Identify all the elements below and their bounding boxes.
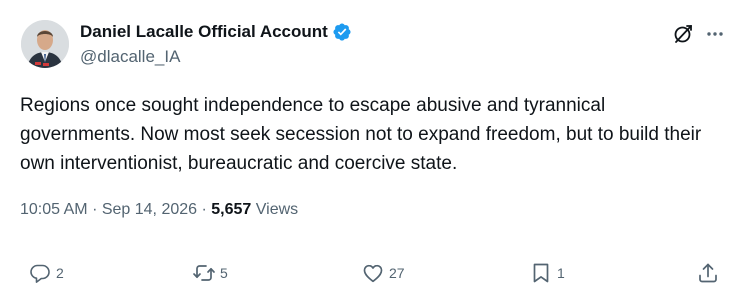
more-options-button[interactable]	[703, 22, 727, 46]
share-icon	[699, 263, 717, 283]
bookmark-button[interactable]: 1	[529, 258, 565, 288]
repost-icon	[193, 265, 215, 281]
tweet-date[interactable]: Sep 14, 2026	[102, 201, 197, 218]
meta-separator: ·	[92, 201, 98, 218]
bookmark-icon	[533, 263, 549, 283]
avatar-image	[21, 20, 69, 68]
repost-button[interactable]: 5	[192, 258, 228, 288]
grok-button[interactable]	[671, 22, 695, 46]
author-display-name[interactable]: Daniel Lacalle Official Account	[80, 22, 328, 42]
tweet-time[interactable]: 10:05 AM	[20, 201, 88, 218]
action-bar: 2 5 27 1	[0, 258, 748, 288]
bookmark-count: 1	[557, 265, 565, 281]
tweet-meta: 10:05 AM · Sep 14, 2026 · 5,657 Views	[20, 201, 298, 219]
avatar[interactable]	[21, 20, 69, 68]
views-label: Views	[255, 201, 299, 218]
share-button[interactable]	[696, 258, 720, 288]
verified-badge-icon[interactable]	[332, 22, 352, 42]
author-name-row: Daniel Lacalle Official Account	[80, 20, 352, 44]
meta-separator: ·	[201, 201, 207, 218]
repost-count: 5	[220, 265, 228, 281]
like-button[interactable]: 27	[361, 258, 405, 288]
like-count: 27	[389, 265, 405, 281]
grok-icon	[674, 25, 692, 43]
views-count: 5,657	[211, 201, 252, 218]
tweet-text: Regions once sought independence to esca…	[20, 95, 702, 174]
more-icon	[707, 32, 723, 36]
like-icon	[363, 264, 383, 283]
reply-count: 2	[56, 265, 64, 281]
author-handle[interactable]: @dlacalle_IA	[80, 47, 180, 67]
reply-button[interactable]: 2	[28, 258, 64, 288]
reply-icon	[30, 264, 50, 283]
tweet-card: Daniel Lacalle Official Account @dlacall…	[0, 0, 748, 305]
